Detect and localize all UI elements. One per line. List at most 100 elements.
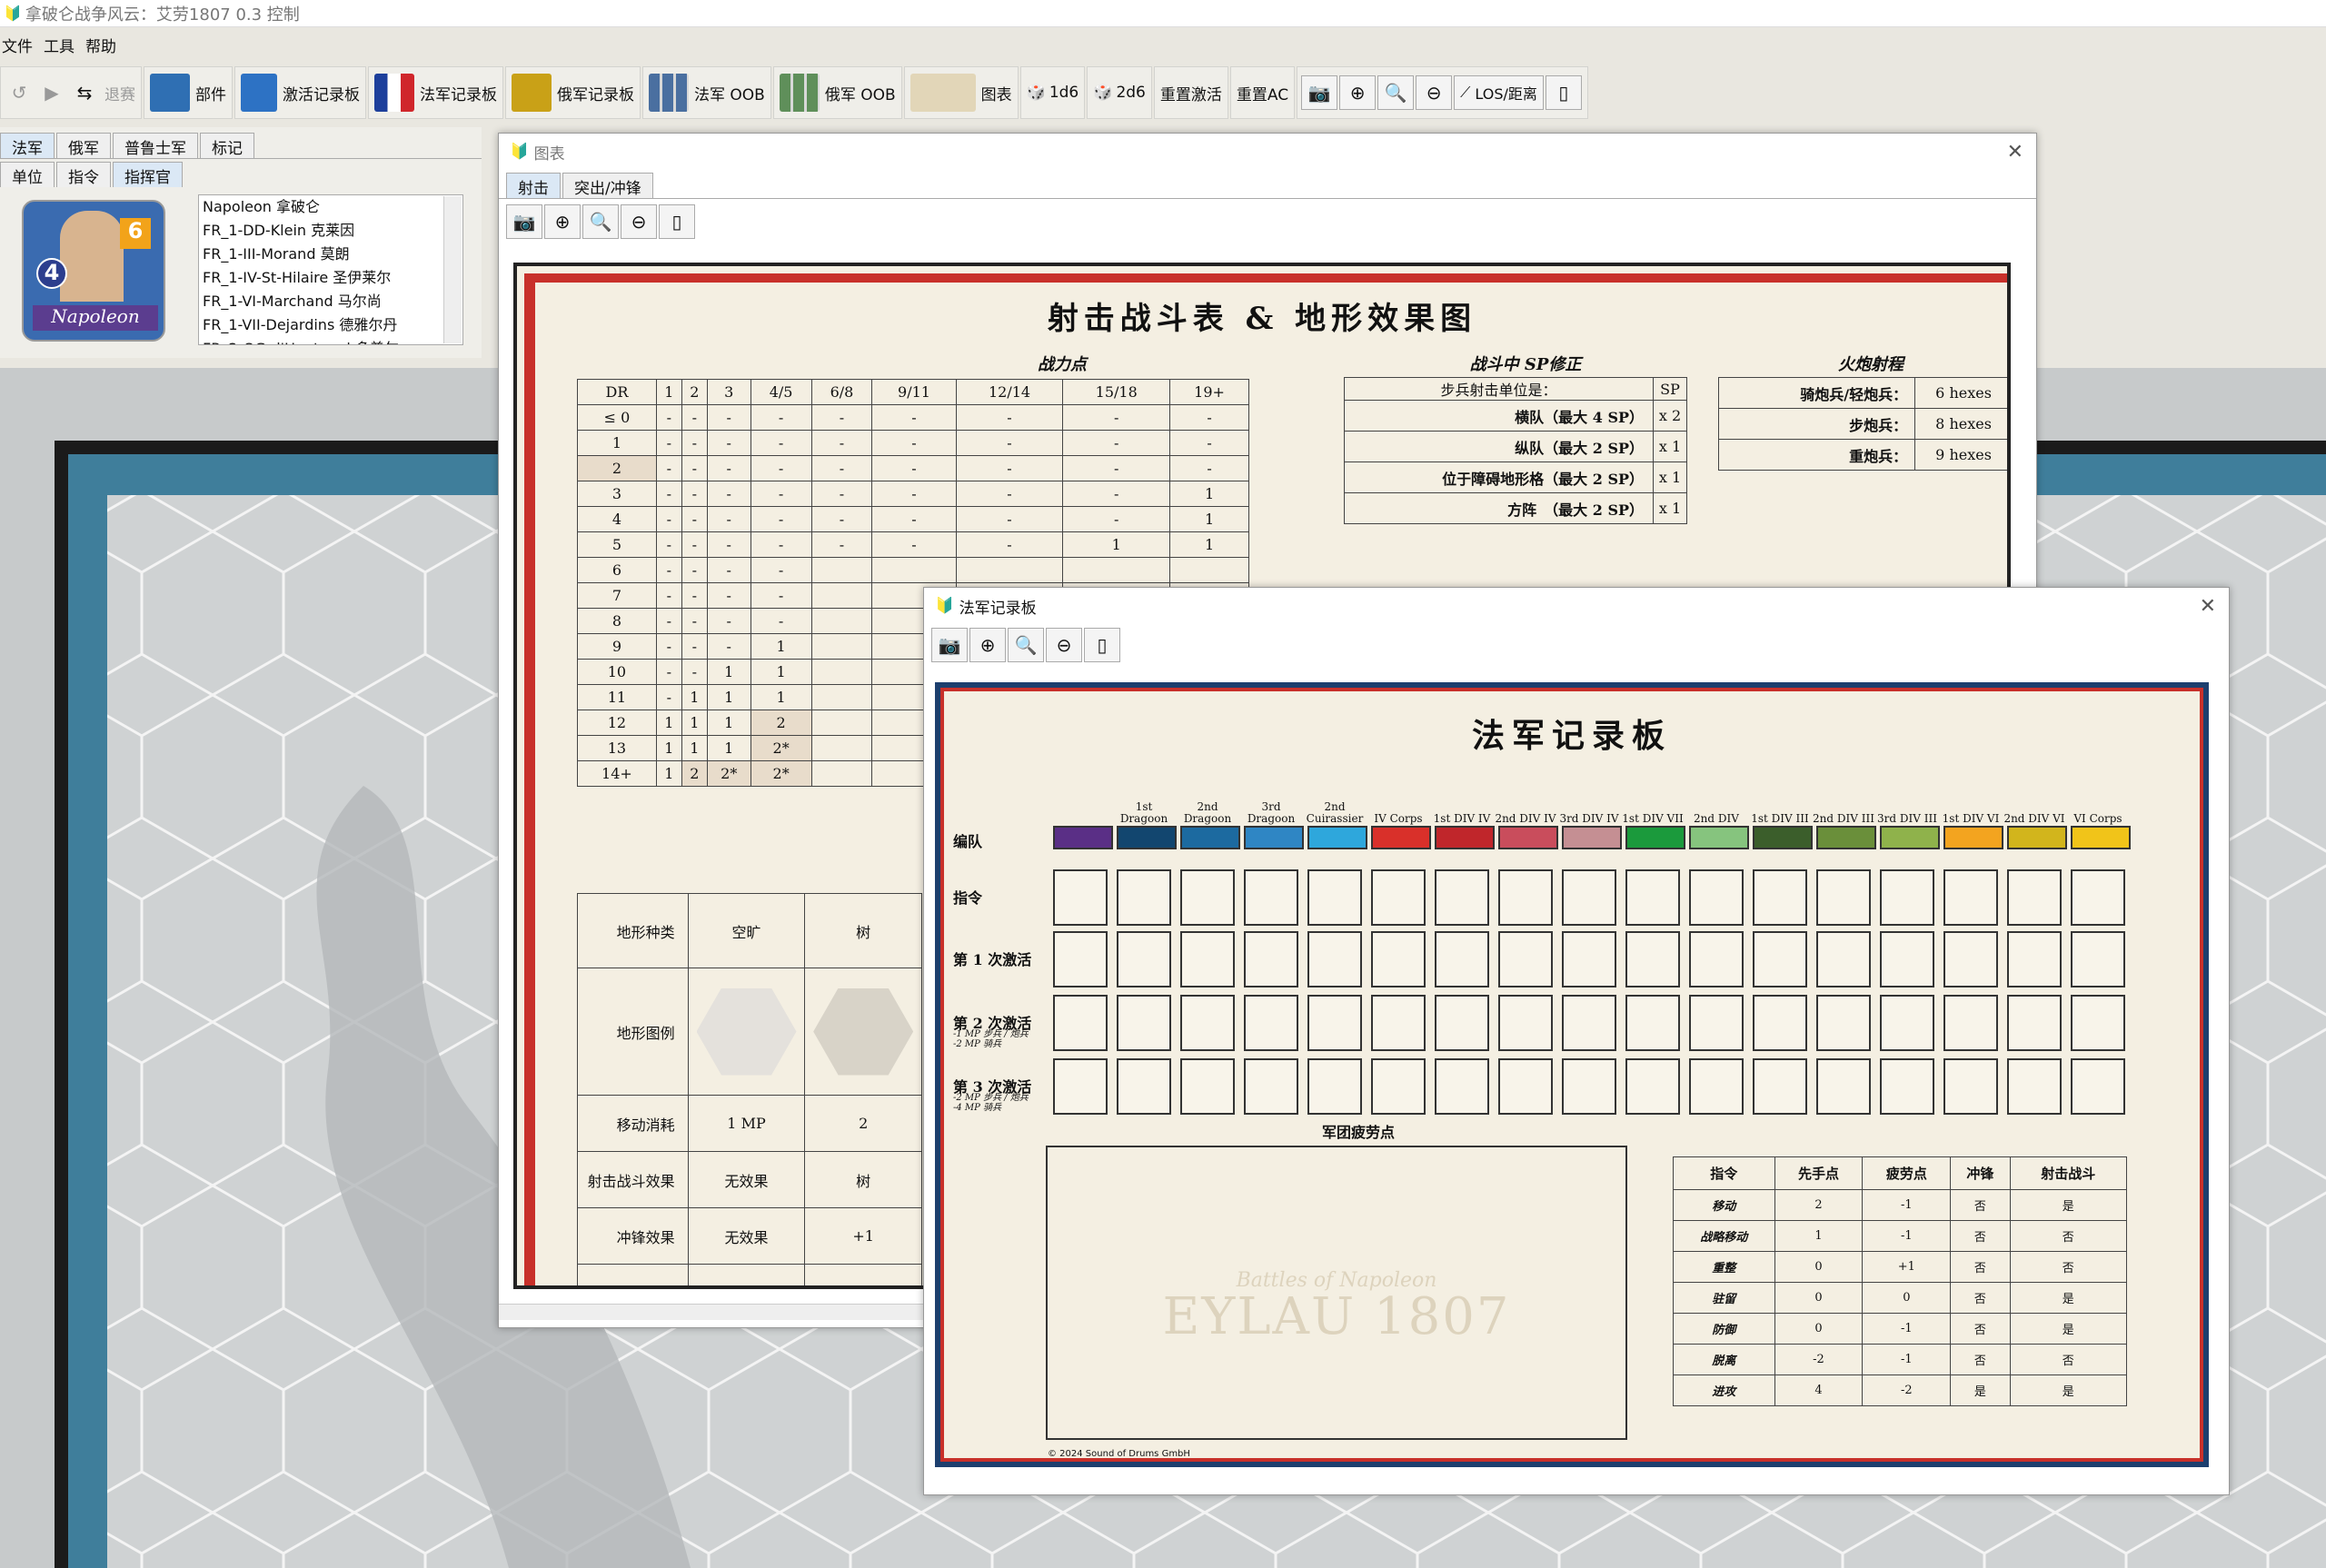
activation-cell[interactable] [1180, 931, 1235, 987]
activation-cell[interactable] [2071, 1058, 2125, 1115]
activation-cell[interactable] [1180, 869, 1235, 926]
activation-cell[interactable] [2071, 869, 2125, 926]
reset-activation-button[interactable]: 重置激活 [1153, 66, 1228, 119]
activation-log-button[interactable]: 激活记录板 [234, 66, 366, 119]
dice-2d6-button[interactable]: 🎲 2d6 [1087, 66, 1152, 119]
tab-assault[interactable]: 突出/冲锋 [562, 173, 653, 198]
activation-cell[interactable] [1816, 1058, 1871, 1115]
dice-1d6-button[interactable]: 🎲 1d6 [1019, 66, 1086, 119]
activation-cell[interactable] [1307, 995, 1362, 1051]
activation-cell[interactable] [1180, 995, 1235, 1051]
tab-fire[interactable]: 射击 [506, 173, 561, 198]
activation-cell[interactable] [1625, 995, 1680, 1051]
activation-cell[interactable] [1117, 931, 1171, 987]
activation-cell[interactable] [1753, 1058, 1807, 1115]
activation-cell[interactable] [2007, 931, 2062, 987]
list-item[interactable]: FR_1-III-Morand 莫朗 [203, 243, 462, 266]
activation-cell[interactable] [1816, 869, 1871, 926]
activation-cell[interactable] [1689, 869, 1744, 926]
list-item[interactable]: FR_1-DD-Klein 克莱因 [203, 219, 462, 243]
activation-cell[interactable] [1498, 1058, 1553, 1115]
activation-cell[interactable] [2007, 1058, 2062, 1115]
activation-cell[interactable] [1753, 869, 1807, 926]
zoom-select-icon[interactable]: 🔍 [582, 204, 619, 239]
activation-cell[interactable] [1435, 995, 1489, 1051]
undo-icon[interactable]: ↺ [3, 82, 35, 104]
swap-icon[interactable]: ⇆ [68, 82, 101, 104]
zoom-out-icon[interactable]: ⊖ [1416, 75, 1453, 110]
charts-button[interactable]: 图表 [903, 66, 1019, 119]
mobile-icon[interactable]: ▯ [1545, 75, 1582, 110]
activation-cell[interactable] [1117, 995, 1171, 1051]
subtab-orders[interactable]: 指令 [56, 162, 111, 187]
leader-list-scrollbar[interactable] [443, 196, 462, 343]
menu-tools[interactable]: 工具 [42, 34, 84, 56]
list-item[interactable]: FR_2-OG-d'Hautpoul 多普尔 [203, 337, 462, 344]
activation-cell[interactable] [1371, 995, 1426, 1051]
activation-cell[interactable] [1689, 931, 1744, 987]
activation-cell[interactable] [1435, 931, 1489, 987]
close-icon[interactable]: ✕ [2200, 595, 2216, 618]
mobile-icon[interactable]: ▯ [659, 204, 695, 239]
activation-cell[interactable] [1053, 869, 1108, 926]
activation-cell[interactable] [1498, 931, 1553, 987]
los-button[interactable]: ⟋ LOS/距离 [1454, 75, 1544, 110]
activation-cell[interactable] [1943, 1058, 1998, 1115]
activation-cell[interactable] [1753, 995, 1807, 1051]
menu-file[interactable]: 文件 [0, 34, 42, 56]
activation-cell[interactable] [1244, 1058, 1298, 1115]
subtab-units[interactable]: 单位 [0, 162, 55, 187]
activation-cell[interactable] [1435, 1058, 1489, 1115]
activation-cell[interactable] [1880, 995, 1934, 1051]
activation-cell[interactable] [1371, 869, 1426, 926]
retreat-button[interactable]: 退赛 [101, 82, 139, 104]
activation-cell[interactable] [1943, 931, 1998, 987]
activation-cell[interactable] [1053, 931, 1108, 987]
camera-icon[interactable]: 📷 [931, 628, 968, 662]
activation-cell[interactable] [1244, 931, 1298, 987]
activation-cell[interactable] [1562, 995, 1616, 1051]
activation-cell[interactable] [1498, 869, 1553, 926]
activation-cell[interactable] [1562, 931, 1616, 987]
napoleon-counter[interactable]: 6 4 Napoleon [22, 200, 165, 342]
list-item[interactable]: Napoleon 拿破仑 [203, 195, 462, 219]
reset-ac-button[interactable]: 重置AC [1229, 66, 1296, 119]
leader-list[interactable]: Napoleon 拿破仑 FR_1-DD-Klein 克莱因 FR_1-III-… [198, 194, 463, 345]
activation-cell[interactable] [1689, 995, 1744, 1051]
fr-log-button[interactable]: 法军记录板 [368, 66, 503, 119]
activation-cell[interactable] [1880, 931, 1934, 987]
camera-icon[interactable]: 📷 [506, 204, 542, 239]
list-item[interactable]: FR_1-VI-Marchand 马尔尚 [203, 290, 462, 313]
activation-cell[interactable] [1498, 995, 1553, 1051]
activation-cell[interactable] [1307, 869, 1362, 926]
activation-cell[interactable] [1625, 931, 1680, 987]
mobile-icon[interactable]: ▯ [1084, 628, 1120, 662]
activation-cell[interactable] [1180, 1058, 1235, 1115]
activation-cell[interactable] [1371, 1058, 1426, 1115]
activation-cell[interactable] [1625, 869, 1680, 926]
activation-cell[interactable] [1689, 1058, 1744, 1115]
activation-cell[interactable] [1307, 1058, 1362, 1115]
activation-cell[interactable] [2071, 931, 2125, 987]
activation-cell[interactable] [1943, 995, 1998, 1051]
ru-oob-button[interactable]: 俄军 OOB [772, 66, 902, 119]
ru-log-button[interactable]: 俄军记录板 [505, 66, 641, 119]
menu-help[interactable]: 帮助 [84, 34, 125, 56]
list-item[interactable]: FR_1-VII-Dejardins 德雅尔丹 [203, 313, 462, 337]
activation-cell[interactable] [1562, 1058, 1616, 1115]
camera-icon[interactable]: 📷 [1301, 75, 1338, 110]
zoom-in-icon[interactable]: ⊕ [544, 204, 581, 239]
activation-cell[interactable] [2007, 995, 2062, 1051]
close-icon[interactable]: ✕ [2007, 141, 2023, 164]
tab-russian[interactable]: 俄军 [56, 133, 111, 158]
activation-cell[interactable] [1435, 869, 1489, 926]
activation-cell[interactable] [1943, 869, 1998, 926]
list-item[interactable]: FR_1-IV-St-Hilaire 圣伊莱尔 [203, 266, 462, 290]
activation-cell[interactable] [1625, 1058, 1680, 1115]
zoom-select-icon[interactable]: 🔍 [1377, 75, 1415, 110]
zoom-in-icon[interactable]: ⊕ [1339, 75, 1377, 110]
activation-cell[interactable] [1753, 931, 1807, 987]
activation-cell[interactable] [2007, 869, 2062, 926]
activation-cell[interactable] [2071, 995, 2125, 1051]
activation-cell[interactable] [1371, 931, 1426, 987]
